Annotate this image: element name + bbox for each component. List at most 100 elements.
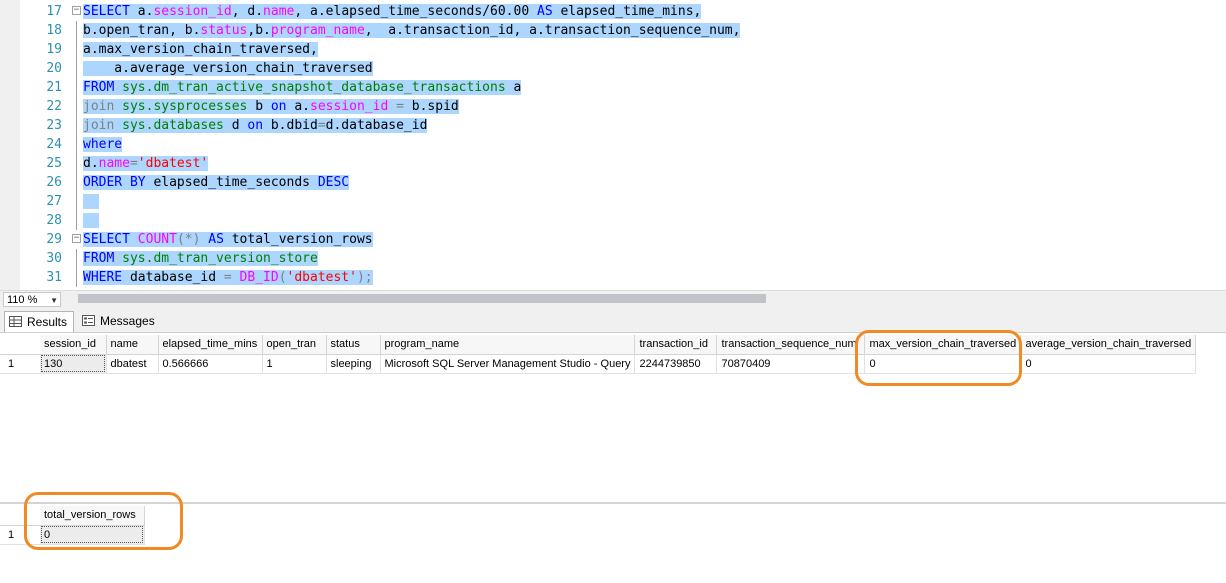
code-token: join (83, 118, 123, 133)
code-token: b.dbid (263, 118, 318, 133)
code-line[interactable]: 29 − SELECT COUNT(*) AS total_version_rows (0, 230, 1226, 249)
code-token: SELECT (83, 232, 138, 247)
table-cell[interactable]: 0 (864, 354, 1022, 374)
code-text[interactable]: join sys.databases d on b.dbid=d.databas… (83, 116, 428, 135)
code-line[interactable]: 27 (0, 192, 1226, 211)
code-token: = (223, 270, 232, 285)
selection-highlight: SELECT a.session_id, d.name, a.elapsed_t… (83, 4, 702, 19)
collapse-region-icon[interactable]: − (72, 234, 81, 243)
code-text[interactable]: ORDER BY elapsed_time_seconds DESC (83, 173, 350, 192)
selection-highlight: d.name='dbatest' (83, 156, 209, 171)
code-text[interactable]: a.average_version_chain_traversed (83, 59, 373, 78)
table-row[interactable]: 10 (0, 525, 145, 545)
column-header[interactable]: transaction_sequence_num (716, 335, 866, 355)
row-header-corner (0, 506, 40, 526)
code-line[interactable]: 31 WHERE database_id = DB_ID('dbatest'); (0, 268, 1226, 287)
table-cell[interactable]: 2244739850 (634, 354, 718, 374)
fold-guide (76, 268, 77, 287)
table-cell[interactable]: 0.566666 (158, 354, 263, 374)
line-number: 21 (46, 80, 62, 95)
chevron-down-icon[interactable]: ▼ (50, 293, 58, 308)
code-text[interactable] (83, 211, 99, 230)
code-line[interactable]: 23 join sys.databases d on b.dbid=d.datab… (0, 116, 1226, 135)
column-header[interactable]: transaction_id (634, 335, 718, 355)
table-row[interactable]: 1 130 dbatest 0.566666 1 sleeping Microsoft SQ… (0, 354, 1197, 374)
code-token: database_id (122, 270, 224, 285)
fold-guide (76, 116, 77, 135)
code-text[interactable]: FROM sys.dm_tran_version_store (83, 249, 318, 268)
code-text[interactable]: d.name='dbatest' (83, 154, 209, 173)
line-number: 23 (46, 118, 62, 133)
code-line[interactable]: 21 FROM sys.dm_tran_active_snapshot_datab… (0, 78, 1226, 97)
query-editor[interactable]: 17− SELECT a.session_id, d.name, a.elapse… (0, 0, 1226, 290)
code-line[interactable]: 30 FROM sys.dm_tran_version_store (0, 249, 1226, 268)
code-token: sys.dm_tran_active_snapshot_database_tra… (122, 80, 506, 95)
code-token: WHERE (83, 270, 123, 285)
selection-highlight (83, 213, 99, 228)
code-line[interactable]: 18 b.open_tran, b.status,b.program_name, … (0, 21, 1226, 40)
table-cell[interactable]: dbatest (106, 354, 159, 374)
row-number[interactable]: 1 (0, 525, 40, 545)
code-line[interactable]: 22 join sys.sysprocesses b on a.session_i… (0, 97, 1226, 116)
code-text[interactable]: join sys.sysprocesses b on a.session_id … (83, 97, 459, 116)
column-header[interactable]: total_version_rows (40, 506, 145, 526)
code-token: elapsed_time_seconds (145, 175, 318, 190)
table-cell[interactable]: 130 (40, 354, 107, 374)
code-line[interactable]: 17 − SELECT a.session_id, d.name, a.elapse… (0, 2, 1226, 21)
tab-messages[interactable]: Messages (78, 311, 161, 331)
fold-guide (76, 211, 77, 230)
code-token: sys.sysprocesses (122, 99, 248, 114)
code-text[interactable]: SELECT COUNT(*) AS total_version_rows (83, 230, 373, 249)
results-grid-2[interactable]: total_version_rows 10 (0, 502, 1226, 583)
column-header[interactable]: status (326, 335, 381, 355)
code-text[interactable]: WHERE database_id = DB_ID('dbatest'); (83, 268, 373, 287)
column-header[interactable]: program_name (380, 335, 636, 355)
zoom-dropdown[interactable]: 110 % ▼ (3, 292, 61, 307)
tab-messages-label: Messages (100, 314, 155, 328)
code-text[interactable]: b.open_tran, b.status,b.program_name, a.… (83, 21, 741, 40)
code-token: b.open_tran, b. (83, 23, 201, 38)
collapse-region-icon[interactable]: − (72, 6, 81, 15)
code-text[interactable]: where (83, 135, 123, 154)
code-line[interactable]: 26 ORDER BY elapsed_time_seconds DESC (0, 173, 1226, 192)
selection-highlight: b.open_tran, b.status,b.program_name, a.… (83, 23, 741, 38)
tab-results[interactable]: Results (4, 311, 75, 332)
column-header[interactable]: max_version_chain_traversed (864, 335, 1022, 355)
table-cell[interactable]: 70870409 (716, 354, 866, 374)
selection-highlight: FROM sys.dm_tran_active_snapshot_databas… (83, 80, 522, 95)
results-table-1[interactable]: session_id name elapsed_time_mins open_tran… (0, 335, 1197, 374)
column-header[interactable]: elapsed_time_mins (158, 335, 263, 355)
code-line[interactable]: 25 d.name='dbatest' (0, 154, 1226, 173)
selection-highlight: where (83, 137, 123, 152)
code-line[interactable]: 19 a.max_version_chain_traversed, (0, 40, 1226, 59)
code-text[interactable]: SELECT a.session_id, d.name, a.elapsed_t… (83, 2, 702, 21)
selection-highlight: WHERE database_id = DB_ID('dbatest'); (83, 270, 373, 285)
row-number[interactable]: 1 (0, 354, 40, 374)
fold-guide (76, 192, 77, 211)
code-text[interactable] (83, 192, 99, 211)
column-header[interactable]: session_id (40, 335, 107, 355)
table-cell[interactable]: 1 (262, 354, 327, 374)
code-text[interactable]: a.max_version_chain_traversed, (83, 40, 318, 59)
code-token: ORDER BY (83, 175, 146, 190)
results-table-2[interactable]: total_version_rows 10 (0, 506, 145, 545)
table-cell[interactable]: 0 (1020, 354, 1197, 374)
horizontal-scrollbar-thumb[interactable] (78, 294, 766, 303)
table-cell[interactable]: 0 (40, 525, 145, 545)
table-cell[interactable]: sleeping (326, 354, 381, 374)
column-header[interactable]: average_version_chain_traversed (1020, 335, 1197, 355)
column-header[interactable]: name (106, 335, 159, 355)
fold-guide (76, 154, 77, 173)
results-grid-1[interactable]: session_id name elapsed_time_mins open_tran… (0, 333, 1226, 501)
code-line[interactable]: 20 a.average_version_chain_traversed (0, 59, 1226, 78)
column-header[interactable]: open_tran (262, 335, 327, 355)
code-text[interactable]: FROM sys.dm_tran_active_snapshot_databas… (83, 78, 522, 97)
code-token: , a.transaction_id, a.transaction_sequen… (364, 23, 741, 38)
code-line[interactable]: 24 where (0, 135, 1226, 154)
table-cell[interactable]: Microsoft SQL Server Management Studio -… (380, 354, 636, 374)
code-token: ,b. (247, 23, 271, 38)
code-line[interactable]: 28 (0, 211, 1226, 230)
code-token: ); (356, 270, 373, 285)
line-number: 24 (46, 137, 62, 152)
code-token: ( (278, 270, 287, 285)
